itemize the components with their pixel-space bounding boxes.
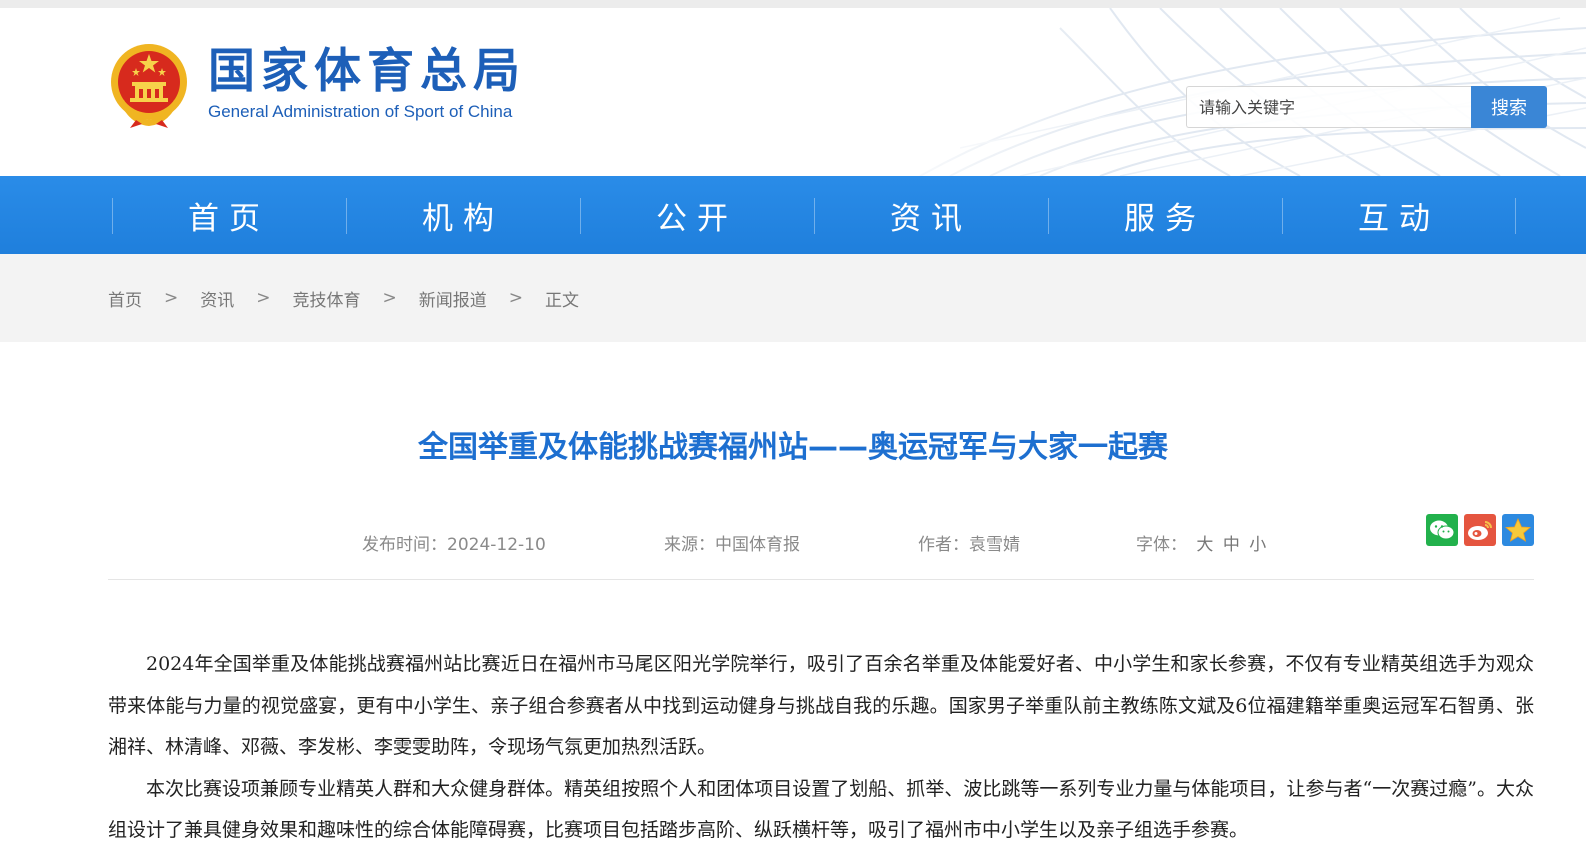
breadcrumb-news-reports[interactable]: 新闻报道 (419, 286, 487, 311)
wechat-icon[interactable] (1426, 514, 1458, 546)
font-size-controls: 字体： 大 中 小 (1136, 530, 1266, 555)
article-meta: 发布时间：2024-12-10 来源：中国体育报 作者：袁雪婧 字体： 大 中 … (108, 514, 1534, 580)
nav-item-disclosure[interactable]: 公开 (580, 176, 814, 254)
top-strip (0, 0, 1586, 8)
font-size-large[interactable]: 大 (1196, 535, 1213, 555)
nav-item-news[interactable]: 资讯 (814, 176, 1048, 254)
article-paragraph: 本次比赛设项兼顾专业精英人群和大众健身群体。精英组按照个人和团体项目设置了划船、… (108, 777, 1534, 842)
nav-item-home[interactable]: 首页 (112, 176, 346, 254)
breadcrumb-separator: > (508, 288, 523, 308)
font-size-label: 字体： (1136, 535, 1187, 555)
article-title: 全国举重及体能挑战赛福州站——奥运冠军与大家一起赛 (418, 430, 1168, 465)
site-name-en: General Administration of Sport of China (208, 102, 513, 121)
qzone-icon[interactable] (1502, 514, 1534, 546)
breadcrumb: 首页 > 资讯 > 竞技体育 > 新闻报道 > 正文 (0, 254, 1586, 342)
nav-item-organization[interactable]: 机构 (346, 176, 580, 254)
breadcrumb-separator: > (256, 288, 271, 308)
publish-date: 发布时间：2024-12-10 (362, 535, 546, 555)
article-author: 作者：袁雪婧 (918, 535, 1020, 555)
search-button[interactable]: 搜索 (1471, 86, 1547, 128)
article-paragraph: 2024年全国举重及体能挑战赛福州站比赛近日在福州市马尾区阳光学院举行，吸引了百… (108, 653, 1534, 758)
font-size-small[interactable]: 小 (1249, 535, 1266, 555)
site-logo[interactable]: 国家体育总局 General Administration of Sport o… (108, 38, 526, 128)
breadcrumb-separator: > (164, 288, 179, 308)
breadcrumb-news[interactable]: 资讯 (200, 286, 234, 311)
weibo-icon[interactable] (1464, 514, 1496, 546)
nav-item-interaction[interactable]: 互动 (1282, 176, 1516, 254)
breadcrumb-competitive-sports[interactable]: 竞技体育 (293, 286, 361, 311)
breadcrumb-current: 正文 (545, 290, 579, 311)
breadcrumb-separator: > (382, 288, 397, 308)
font-size-medium[interactable]: 中 (1223, 535, 1240, 555)
share-icons (1426, 514, 1534, 546)
nav-item-services[interactable]: 服务 (1048, 176, 1282, 254)
site-header: 国家体育总局 General Administration of Sport o… (0, 8, 1586, 176)
national-emblem-icon (111, 44, 187, 128)
site-name-cn: 国家体育总局 (208, 44, 526, 99)
search-box: 搜索 (1186, 86, 1547, 128)
search-input[interactable] (1186, 86, 1471, 128)
main-nav: 首页 机构 公开 资讯 服务 互动 (0, 176, 1586, 254)
article-source: 来源：中国体育报 (664, 535, 800, 555)
breadcrumb-home[interactable]: 首页 (108, 286, 142, 311)
article-body: 2024年全国举重及体能挑战赛福州站比赛近日在福州市马尾区阳光学院举行，吸引了百… (108, 644, 1534, 852)
